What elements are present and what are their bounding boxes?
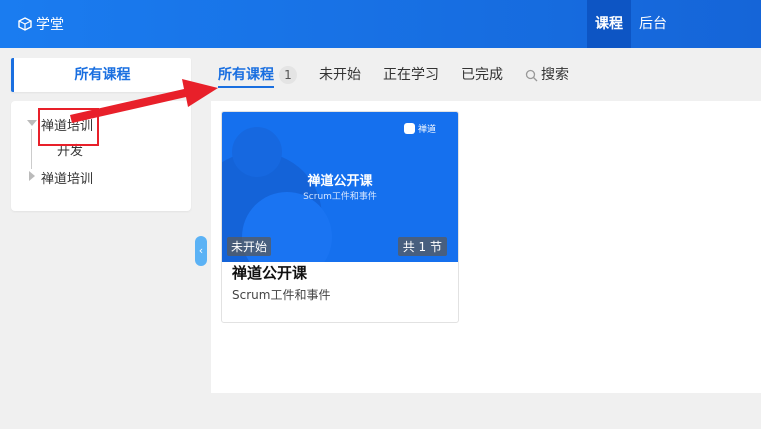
app-name: 学堂 [36, 17, 64, 33]
expand-down-icon[interactable] [27, 120, 37, 126]
tree-item-category[interactable]: 禅道培训 [41, 168, 93, 187]
top-nav: 课程 后台 [587, 0, 761, 48]
nav-courses[interactable]: 课程 [587, 0, 631, 48]
lesson-count-badge: 共 1 节 [397, 237, 447, 256]
tree-connector [31, 129, 32, 169]
tree-item-category[interactable]: 禅道培训 [41, 115, 93, 134]
tab-not-started[interactable]: 未开始 [319, 58, 361, 92]
course-title: 禅道公开课 [232, 264, 308, 282]
search-icon [525, 69, 538, 81]
course-cover: 禅道 禅道公开课 Scrum工件和事件 未开始 共 1 节 [222, 112, 458, 262]
tab-completed[interactable]: 已完成 [461, 58, 503, 92]
course-description: Scrum工件和事件 [232, 288, 331, 302]
tab-label: 所有课程 [218, 67, 274, 83]
search-button[interactable]: 搜索 [525, 58, 569, 92]
tree-item-subcategory[interactable]: 开发 [57, 140, 83, 159]
cover-title: 禅道公开课 [307, 174, 373, 189]
expand-right-icon[interactable] [29, 171, 35, 181]
tab-all-courses[interactable]: 所有课程 1 [218, 58, 297, 92]
cube-logo-icon [18, 17, 32, 31]
course-card[interactable]: 禅道 禅道公开课 Scrum工件和事件 未开始 共 1 节 禅道公开课 Scru… [221, 111, 459, 323]
nav-admin[interactable]: 后台 [631, 0, 761, 48]
chevron-left-icon: ‹ [198, 244, 204, 257]
cover-subtitle: Scrum工件和事件 [303, 192, 377, 202]
top-bar: 学堂 课程 后台 [0, 0, 761, 48]
zentao-logo-icon [403, 123, 415, 134]
sidebar-tab-all-courses[interactable]: 所有课程 [11, 58, 191, 92]
status-badge: 未开始 [227, 237, 272, 256]
cover-logo-text: 禅道 [417, 125, 436, 135]
course-filter-tabs: 所有课程 1 未开始 正在学习 已完成 搜索 [211, 58, 591, 92]
app-brand[interactable]: 学堂 [18, 14, 64, 34]
category-tree: 禅道培训 开发 禅道培训 [11, 101, 191, 211]
search-label: 搜索 [541, 67, 569, 83]
tab-in-progress[interactable]: 正在学习 [383, 58, 439, 92]
count-badge: 1 [279, 66, 297, 84]
collapse-sidebar-button[interactable]: ‹ [195, 236, 207, 266]
cover-logo: 禅道 [403, 122, 436, 135]
